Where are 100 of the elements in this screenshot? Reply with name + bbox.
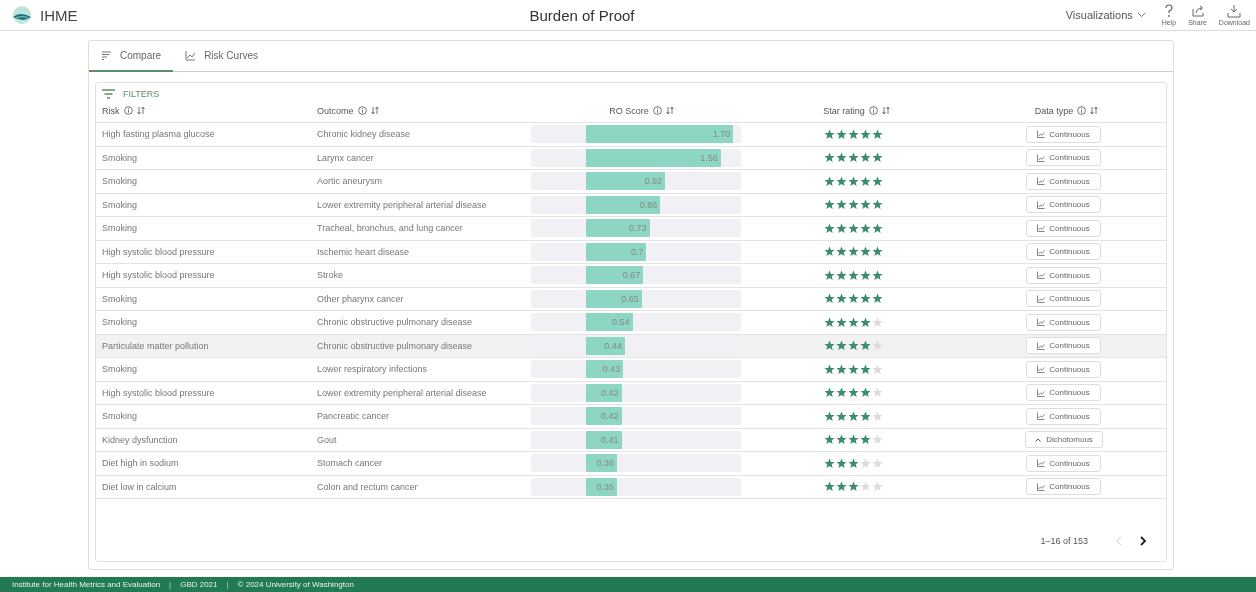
table-row[interactable]: Smoking Pancreatic cancer 0.42 Continuous xyxy=(96,405,1166,429)
data-type-button[interactable]: Continuous xyxy=(1026,478,1101,496)
data-type-button[interactable]: Continuous xyxy=(1026,149,1101,167)
star-icon xyxy=(872,269,883,281)
table-cell-text: Smoking xyxy=(101,410,138,424)
star-icon xyxy=(836,316,847,328)
score-bar: 0.35 xyxy=(586,477,617,496)
bars-icon xyxy=(101,50,112,61)
table-cell-text: Smoking xyxy=(101,175,138,189)
star-icon xyxy=(824,316,835,328)
score-bar: 0.43 xyxy=(586,360,624,379)
table-row[interactable]: Smoking Lower respiratory infections 0.43 Continuous xyxy=(96,358,1166,382)
star-icon xyxy=(836,340,847,352)
page-range: 1–16 of 153 xyxy=(1040,536,1088,546)
line-chart-icon xyxy=(1037,247,1046,256)
table-cell-text: Smoking xyxy=(101,222,138,236)
star-icon xyxy=(848,457,859,469)
table-row[interactable]: Particulate matter pollution Chronic obstructive pulmonary disease 0.44 Continuous xyxy=(96,334,1166,358)
next-page-button[interactable] xyxy=(1138,535,1148,547)
data-type-button[interactable]: Continuous xyxy=(1026,454,1101,472)
info-icon xyxy=(1077,106,1087,115)
table-row[interactable]: High fasting plasma glucose Chronic kidney disease 1.70 Continuous xyxy=(96,123,1166,147)
score-bar: 0.44 xyxy=(586,336,625,355)
table-row[interactable]: Smoking Other pharynx cancer 0.65 Continuous xyxy=(96,287,1166,311)
table-row[interactable]: Smoking Lower extremity peripheral arterial disease 0.86 Continuous xyxy=(96,193,1166,217)
data-type-button[interactable]: Continuous xyxy=(1026,290,1101,308)
sort-icon[interactable] xyxy=(881,106,890,115)
star-icon xyxy=(872,293,883,305)
visualizations-menu[interactable]: Visualizations xyxy=(1057,9,1154,21)
score-bar: 0.73 xyxy=(586,219,650,238)
star-icon xyxy=(872,175,883,187)
star-icon xyxy=(848,410,859,422)
tab[interactable]: Risk Curves xyxy=(173,41,271,72)
table-row[interactable]: Diet high in sodium Stomach cancer 0.36 Continuous xyxy=(96,452,1166,476)
star-icon xyxy=(848,387,859,399)
star-icon xyxy=(848,222,859,234)
data-type-button[interactable]: Continuous xyxy=(1026,266,1101,284)
star-icon xyxy=(860,340,871,352)
table-row[interactable]: Kidney dysfunction Gout 0.41 Dichotomous xyxy=(96,428,1166,452)
chevron-down-icon xyxy=(1136,12,1146,18)
tab[interactable]: Compare xyxy=(89,41,174,72)
line-chart-icon xyxy=(1037,200,1046,209)
sort-icon[interactable] xyxy=(370,106,379,115)
share-icon xyxy=(1190,4,1205,18)
line-chart-icon xyxy=(1037,177,1046,186)
star-icon xyxy=(860,434,871,446)
score-bar: 0.67 xyxy=(586,266,644,285)
table-row[interactable]: Smoking Chronic obstructive pulmonary disease 0.54 Continuous xyxy=(96,311,1166,335)
page-title: Burden of Proof xyxy=(528,6,636,24)
empty-star-icon xyxy=(872,481,883,493)
line-chart-icon xyxy=(1037,412,1046,421)
table-cell-text: Stroke xyxy=(316,269,344,283)
table-cell-text: Aortic aneurysm xyxy=(316,175,384,189)
data-type-button[interactable]: Continuous xyxy=(1026,407,1101,425)
sort-icon[interactable] xyxy=(136,106,145,115)
star-icon xyxy=(860,199,871,211)
table-row[interactable]: Smoking Tracheal, bronchus, and lung cancer 0.73 Continuous xyxy=(96,217,1166,241)
star-icon xyxy=(824,481,835,493)
sort-icon[interactable] xyxy=(1090,106,1099,115)
star-icon xyxy=(824,152,835,164)
star-icon xyxy=(860,293,871,305)
table-row[interactable]: Diet low in calcium Colon and rectum cancer 0.35 Continuous xyxy=(96,475,1166,499)
data-type-button[interactable]: Continuous xyxy=(1026,243,1101,261)
column-header: Data type xyxy=(1034,105,1074,116)
data-type-button[interactable]: Dichotomous xyxy=(1024,431,1103,449)
sort-icon[interactable] xyxy=(665,106,674,115)
info-icon xyxy=(868,106,878,115)
table-cell-text: Ischemic heart disease xyxy=(316,245,411,259)
footer-text: © 2024 University of Washington xyxy=(237,580,354,589)
score-bar: 0.92 xyxy=(586,172,666,191)
line-chart-icon xyxy=(1037,271,1046,280)
line-chart-icon xyxy=(1037,341,1046,350)
table-cell-text: Pancreatic cancer xyxy=(316,410,391,424)
table-row[interactable]: High systolic blood pressure Lower extremity peripheral arterial disease 0.42 Continuous xyxy=(96,381,1166,405)
table-row[interactable]: Smoking Larynx cancer 1.56 Continuous xyxy=(96,146,1166,170)
star-icon xyxy=(824,457,835,469)
data-type-button[interactable]: Continuous xyxy=(1026,125,1101,143)
table-row[interactable]: High systolic blood pressure Ischemic heart disease 0.7 Continuous xyxy=(96,240,1166,264)
data-type-button[interactable]: Continuous xyxy=(1026,313,1101,331)
star-icon xyxy=(824,434,835,446)
data-type-button[interactable]: Continuous xyxy=(1026,384,1101,402)
empty-star-icon xyxy=(872,434,883,446)
star-icon xyxy=(824,222,835,234)
star-icon xyxy=(824,387,835,399)
data-type-button[interactable]: Continuous xyxy=(1026,196,1101,214)
data-type-button[interactable]: Continuous xyxy=(1026,219,1101,237)
data-type-button[interactable]: Continuous xyxy=(1026,337,1101,355)
table-row[interactable]: Smoking Aortic aneurysm 0.92 Continuous xyxy=(96,170,1166,194)
star-icon xyxy=(872,246,883,258)
footer-text: GBD 2021 xyxy=(180,580,218,589)
filters-button[interactable]: FILTERS xyxy=(96,83,166,99)
line-chart-icon xyxy=(1037,459,1046,468)
data-type-button[interactable]: Continuous xyxy=(1026,172,1101,190)
table-row[interactable]: High systolic blood pressure Stroke 0.67 Continuous xyxy=(96,264,1166,288)
star-icon xyxy=(848,316,859,328)
star-icon xyxy=(836,222,847,234)
star-icon xyxy=(824,293,835,305)
star-icon xyxy=(824,128,835,140)
line-chart-icon xyxy=(1037,294,1046,303)
data-type-button[interactable]: Continuous xyxy=(1026,360,1101,378)
